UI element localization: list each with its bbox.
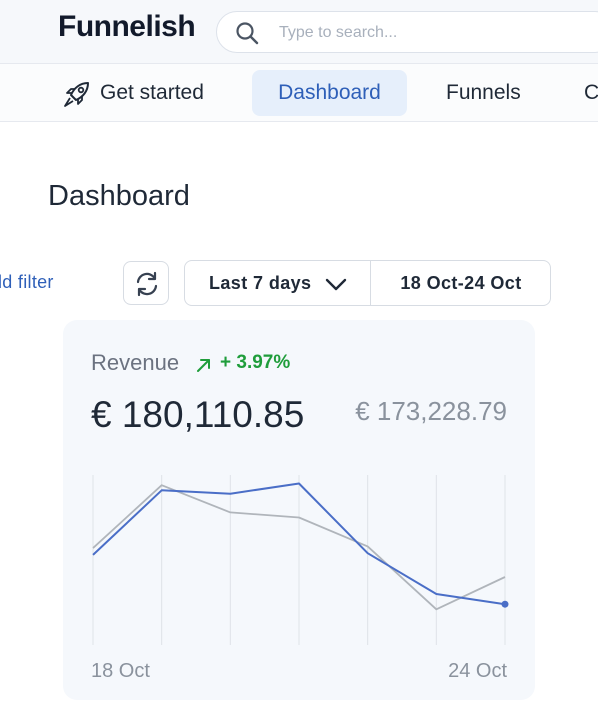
search-box[interactable] <box>216 11 598 53</box>
main-nav: Get started Dashboard Funnels C <box>0 64 598 122</box>
revenue-card[interactable]: Revenue + 3.97% € 180,110.85 € 173,228.7… <box>63 320 535 700</box>
refresh-icon <box>136 271 158 297</box>
nav-item-truncated[interactable]: C <box>584 70 598 116</box>
x-axis-label-start: 18 Oct <box>91 660 150 682</box>
nav-label-get-started: Get started <box>100 81 204 104</box>
app-logo[interactable]: Funnelish <box>58 10 196 44</box>
search-icon <box>236 22 259 45</box>
date-range-control: Last 7 days 18 Oct-24 Oct <box>184 260 551 306</box>
page-title: Dashboard <box>48 180 190 212</box>
top-bar: Funnelish <box>0 0 598 64</box>
previous-revenue: € 173,228.79 <box>355 396 507 426</box>
current-revenue: € 180,110.85 <box>91 394 305 435</box>
nav-item-dashboard[interactable]: Dashboard <box>252 70 407 116</box>
trend-indicator: + 3.97% <box>195 352 290 374</box>
range-select[interactable]: Last 7 days <box>185 261 371 305</box>
data-point[interactable] <box>501 600 509 608</box>
x-axis-label-end: 24 Oct <box>448 660 507 682</box>
chevron-down-icon <box>325 278 347 291</box>
search-input[interactable] <box>277 20 577 46</box>
add-filter-link[interactable]: dd filter <box>0 272 54 293</box>
nav-item-funnels[interactable]: Funnels <box>446 70 521 116</box>
date-range-button[interactable]: 18 Oct-24 Oct <box>371 261 551 305</box>
rocket-icon <box>64 82 89 107</box>
trend-up-arrow-icon <box>197 359 210 372</box>
revenue-chart <box>92 475 509 645</box>
range-label: Last 7 days <box>209 273 312 293</box>
trend-percent: + 3.97% <box>220 352 291 373</box>
nav-item-get-started[interactable]: Get started <box>62 70 204 116</box>
refresh-button[interactable] <box>123 261 169 305</box>
metric-label: Revenue <box>91 350 180 375</box>
